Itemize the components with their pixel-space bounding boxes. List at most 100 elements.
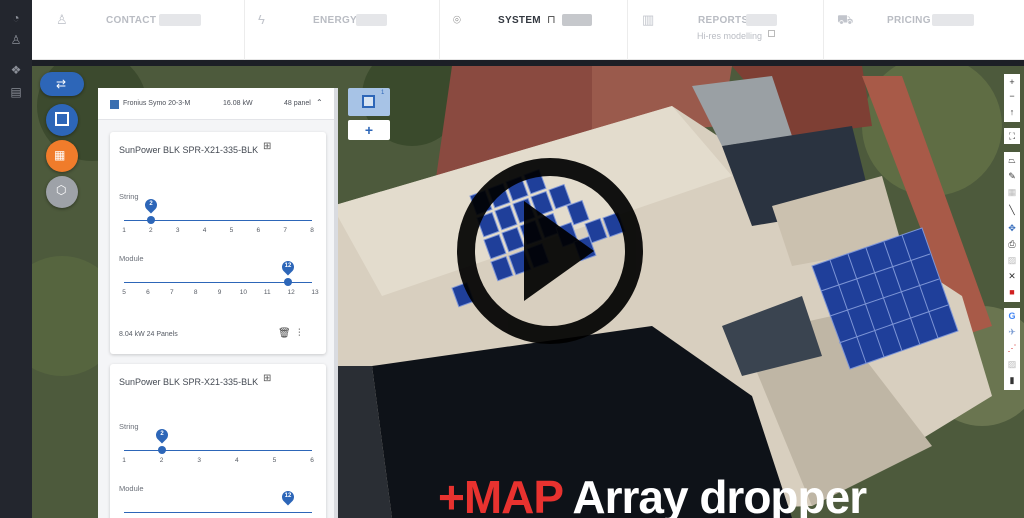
caption-text: Array dropper <box>572 471 867 518</box>
bar-chart-icon: ▥ <box>642 12 655 27</box>
contact-badge <box>159 14 201 26</box>
string-slider[interactable] <box>124 450 312 451</box>
panel-tool-button[interactable] <box>46 104 78 136</box>
grid-icon: ▦ <box>54 148 66 162</box>
inverter-name: Fronius Symo 20-3-M <box>123 100 191 107</box>
cart-icon: ⛟ <box>837 12 854 27</box>
tab-energy[interactable]: ϟ ENERGY <box>245 0 440 60</box>
tab-reports-label: REPORTS <box>698 15 749 26</box>
module-value: 12 <box>284 263 292 269</box>
trash-icon[interactable]: 🗑 <box>278 328 291 339</box>
chevron-up-icon[interactable]: ⌃ <box>316 98 323 107</box>
compass-icon[interactable]: ↑ <box>1004 106 1020 118</box>
lightning-icon: ϟ <box>258 12 265 27</box>
caption-prefix: +MAP <box>438 471 563 518</box>
user-icon[interactable]: ♙ <box>8 32 24 48</box>
app-window: ◔ ♙ ❖ ▤ ♙ CONTACT ϟ ENERGY ⌾ SYSTEM ⊓ ▥ … <box>0 0 1024 518</box>
settings-sliders-icon[interactable]: ⫶ <box>298 328 301 339</box>
slider-tick: 4 <box>202 227 207 234</box>
image-icon[interactable]: ▨ <box>1004 254 1020 266</box>
energy-badge <box>356 14 387 26</box>
slider-tick: 10 <box>239 289 247 296</box>
string-value: 2 <box>149 201 153 207</box>
slider-tick: 5 <box>229 227 234 234</box>
source-toolbar: G ✈ ⋰ ▨ ▮ <box>1004 308 1020 390</box>
system-badge <box>562 14 592 26</box>
document-icon[interactable]: ▤ <box>8 84 24 100</box>
module-slider[interactable] <box>124 512 312 513</box>
layer-icon[interactable]: ▨ <box>1004 358 1020 370</box>
panel-icon: ⊞ <box>263 373 272 384</box>
line-icon[interactable]: ╲ <box>1004 204 1020 216</box>
location-pin-icon: ⌾ <box>453 12 461 27</box>
panel-icon: ⊞ <box>263 141 272 152</box>
slider-tick: 6 <box>310 457 314 464</box>
inverter-icon <box>110 100 119 109</box>
3d-view-button[interactable]: ⬡ <box>46 176 78 208</box>
slider-tick: 2 <box>149 227 153 234</box>
close-icon[interactable]: ✕ <box>1004 270 1020 282</box>
dropbox-icon[interactable]: ❖ <box>8 62 24 78</box>
google-icon[interactable]: G <box>1004 310 1020 322</box>
reports-badge <box>746 14 777 26</box>
zoom-out-icon[interactable]: − <box>1004 90 1020 102</box>
array-tool-button[interactable]: ▦ <box>46 140 78 172</box>
string-slider-thumb[interactable] <box>147 216 155 224</box>
slider-tick: 3 <box>175 227 180 234</box>
panel-icon <box>55 112 69 126</box>
video-caption: +MAP Array dropper <box>438 470 867 518</box>
module-title: SunPower BLK SPR-X21-335-BLK <box>119 377 259 387</box>
add-array-button[interactable]: + <box>348 120 390 140</box>
module-card: SunPower BLK SPR-X21-335-BLK ⊞ String 2 … <box>110 132 326 354</box>
slider-tick: 7 <box>283 227 287 234</box>
array-icon: ⊓ <box>547 14 556 26</box>
pencil-icon[interactable]: ✎ <box>1004 170 1020 182</box>
hi-res-modelling-label: Hi-res modelling <box>697 31 763 41</box>
slider-tick: 1 <box>122 457 126 464</box>
string-label: String <box>119 422 139 431</box>
module-slider-thumb[interactable] <box>284 278 292 286</box>
left-rail: ◔ ♙ ❖ ▤ <box>0 0 32 518</box>
measure-icon[interactable]: ⋰ <box>1004 342 1020 354</box>
tab-reports[interactable]: ▥ REPORTS Hi-res modelling <box>628 0 824 60</box>
move-icon[interactable]: ✥ <box>1004 222 1020 234</box>
save-icon[interactable]: ■ <box>1004 286 1020 298</box>
tab-system[interactable]: ⌾ SYSTEM ⊓ <box>440 0 628 60</box>
slider-tick: 9 <box>217 289 222 296</box>
slider-tick: 6 <box>146 289 150 296</box>
tab-system-label: SYSTEM <box>498 15 541 26</box>
string-value: 2 <box>160 431 164 437</box>
tab-pricing[interactable]: ⛟ PRICING <box>824 0 1024 60</box>
zoom-in-icon[interactable]: + <box>1004 76 1020 88</box>
module-title: SunPower BLK SPR-X21-335-BLK <box>119 145 259 155</box>
inverter-header[interactable]: Fronius Symo 20-3-M 16.08 kW 48 panel ⌃ <box>98 88 338 120</box>
pdf-icon[interactable]: ⎙ <box>1004 238 1020 250</box>
inverter-power: 16.08 kW <box>223 100 253 107</box>
slider-tick: 13 <box>311 289 319 296</box>
fullscreen-toolbar: ⛶ <box>1004 128 1020 144</box>
card-summary: 8.04 kW 24 Panels <box>119 331 178 338</box>
tab-energy-label: ENERGY <box>313 15 358 26</box>
tab-contact[interactable]: ♙ CONTACT <box>32 0 245 60</box>
array-count-badge: 1 <box>381 90 385 96</box>
module-value: 12 <box>284 493 292 499</box>
system-config-panel: Fronius Symo 20-3-M 16.08 kW 48 panel ⌃ … <box>98 88 338 518</box>
swap-layers-button[interactable]: ⇄ <box>40 72 84 96</box>
pin-icon[interactable]: ✈ <box>1004 326 1020 338</box>
string-slider-thumb[interactable] <box>158 446 166 454</box>
slider-tick: 7 <box>169 289 174 296</box>
module-card: SunPower BLK SPR-X21-335-BLK ⊞ String 2 … <box>110 364 326 518</box>
slider-tick: 6 <box>256 227 261 234</box>
person-icon: ♙ <box>56 12 68 27</box>
panel-scrollbar[interactable] <box>334 88 338 518</box>
fullscreen-icon[interactable]: ⛶ <box>1004 130 1020 142</box>
map-icon[interactable]: ▮ <box>1004 374 1020 386</box>
polygon-icon[interactable]: ⏢ <box>1004 154 1020 166</box>
slider-tick: 3 <box>197 457 201 464</box>
dashboard-icon[interactable]: ◔ <box>8 10 24 26</box>
hi-res-checkbox[interactable] <box>768 30 775 37</box>
slider-tick: 8 <box>310 227 314 234</box>
slider-tick: 12 <box>287 289 295 296</box>
grid-icon[interactable]: ▦ <box>1004 186 1020 198</box>
array-selector-button[interactable]: 1 <box>348 88 390 116</box>
